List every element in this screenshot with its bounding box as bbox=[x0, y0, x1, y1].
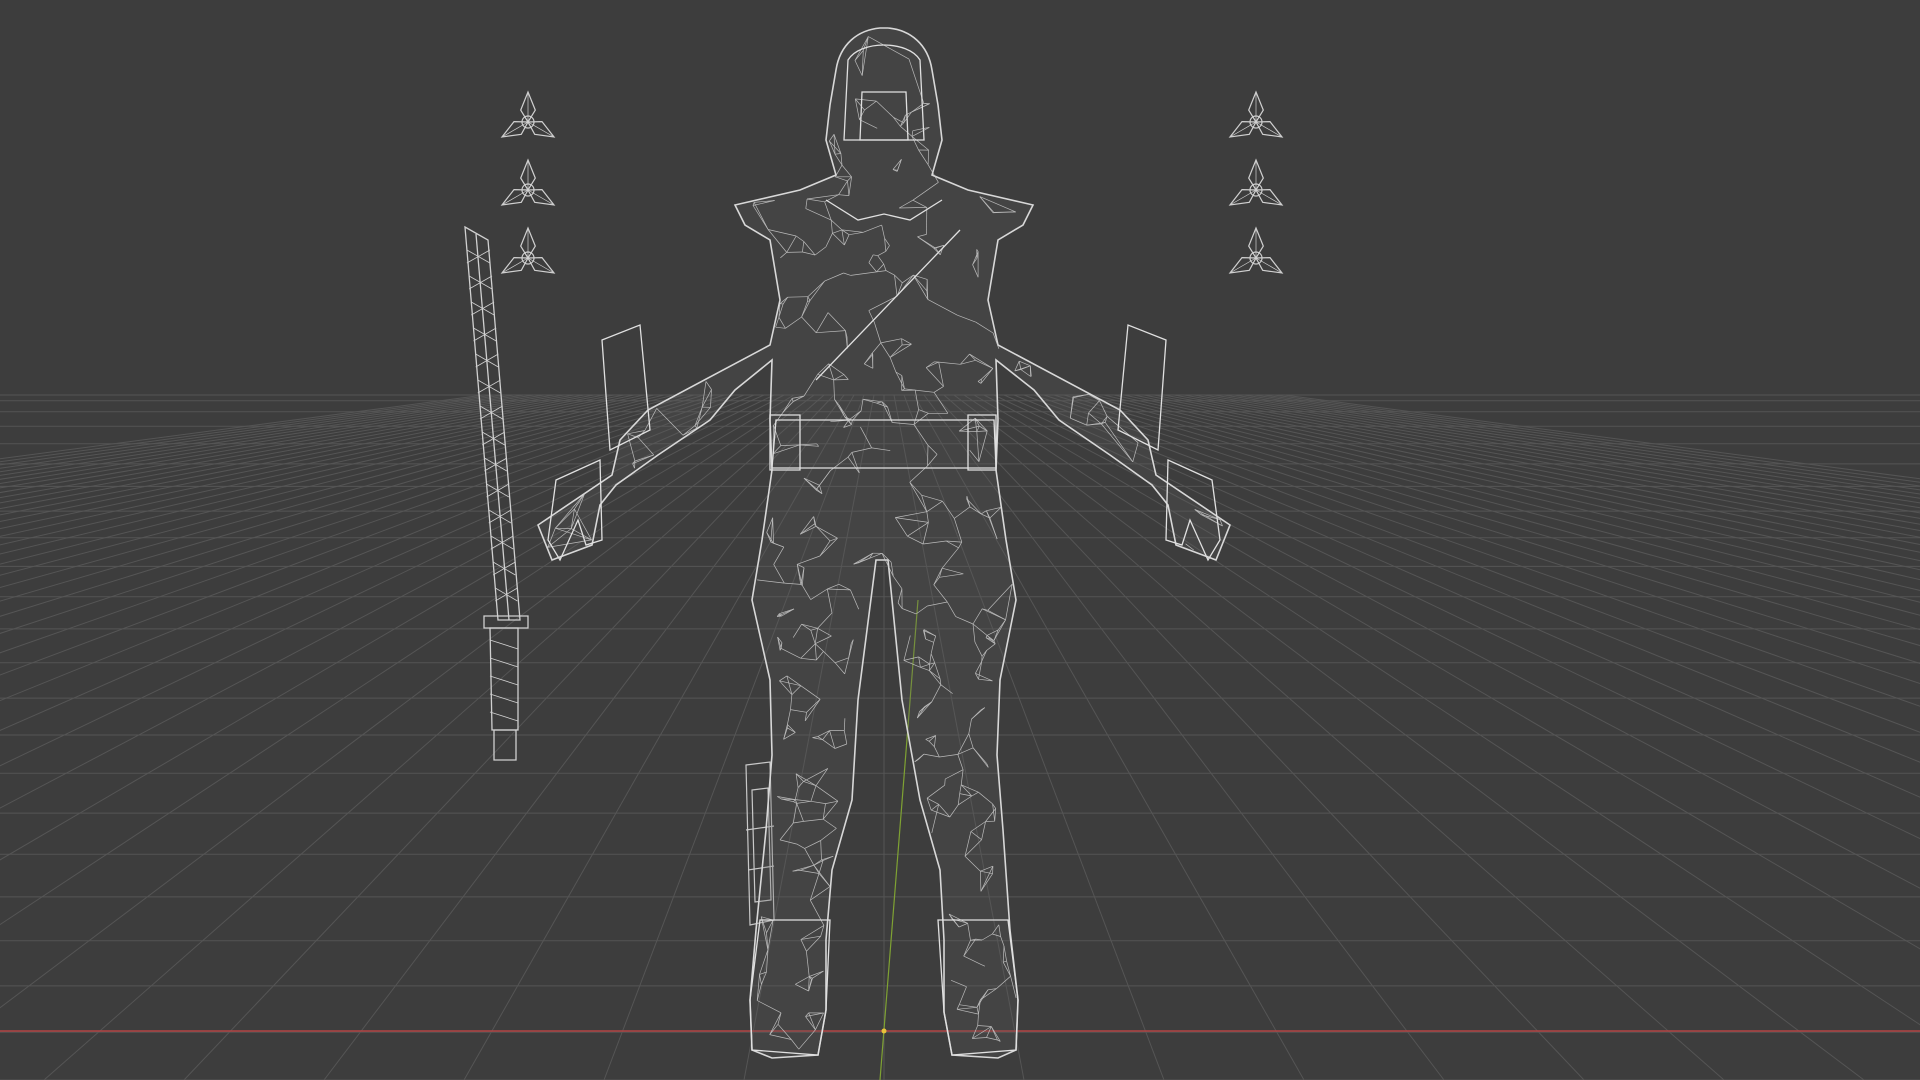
grid-line-depth bbox=[1283, 394, 1920, 480]
grid-line-depth bbox=[1073, 394, 1920, 631]
grid-line-depth bbox=[0, 394, 715, 617]
grid-line-depth bbox=[943, 394, 1725, 1080]
grid-line-depth bbox=[0, 394, 535, 476]
grid-line-depth bbox=[1273, 394, 1920, 483]
grid-line-depth bbox=[0, 394, 515, 469]
viewport-canvas[interactable] bbox=[0, 0, 1920, 1080]
shuriken-left-1[interactable] bbox=[500, 90, 556, 138]
grid-line-depth bbox=[0, 394, 655, 546]
grid-line-depth bbox=[1233, 394, 1920, 499]
shuriken-left-3[interactable] bbox=[500, 226, 556, 274]
grid-line-depth bbox=[1243, 394, 1920, 495]
grid-line-depth bbox=[0, 394, 755, 702]
grid-line-depth bbox=[183, 394, 835, 1080]
grid-line-depth bbox=[1063, 394, 1920, 647]
3d-viewport[interactable] bbox=[0, 0, 1920, 1080]
katana-guard bbox=[483, 615, 529, 629]
grid-line-depth bbox=[983, 394, 1920, 889]
grid-line-depth bbox=[0, 394, 725, 634]
grid-line-depth bbox=[0, 394, 815, 1009]
shuriken-left-2[interactable] bbox=[500, 158, 556, 206]
shuriken-right-3[interactable] bbox=[1228, 226, 1284, 274]
grid-line-depth bbox=[0, 394, 495, 463]
grid-line-depth bbox=[1023, 394, 1920, 733]
grid-line-depth bbox=[1163, 394, 1920, 538]
grid-line-depth bbox=[0, 394, 745, 676]
grid-line-depth bbox=[0, 394, 635, 530]
grid-line-depth bbox=[0, 394, 545, 480]
grid-line-depth bbox=[1223, 394, 1920, 504]
grid-line-depth bbox=[0, 394, 505, 466]
grid-line-depth bbox=[973, 394, 1920, 950]
grid-line-depth bbox=[0, 394, 615, 516]
grid-line-depth bbox=[0, 394, 735, 654]
grid-line-depth bbox=[1003, 394, 1920, 798]
grid-line-depth bbox=[953, 394, 1865, 1080]
grid-line-depth bbox=[1153, 394, 1920, 545]
world-origin-marker bbox=[881, 1028, 887, 1034]
grid-line-depth bbox=[0, 394, 605, 510]
grid-line-depth bbox=[1183, 394, 1920, 525]
shuriken-right-1[interactable] bbox=[1228, 90, 1284, 138]
shuriken-right-2[interactable] bbox=[1228, 158, 1284, 206]
grid-line-depth bbox=[0, 394, 675, 565]
katana-handle bbox=[489, 627, 519, 731]
grid-line-depth bbox=[0, 394, 525, 473]
grid-line-depth bbox=[933, 394, 1585, 1080]
grid-line-depth bbox=[963, 394, 1920, 1026]
katana-wireframe[interactable] bbox=[464, 225, 529, 761]
grid-line-depth bbox=[1173, 394, 1920, 532]
grid-line-depth bbox=[1253, 394, 1920, 491]
grid-line-depth bbox=[993, 394, 1920, 840]
grid-line-depth bbox=[0, 394, 665, 555]
grid-line-depth bbox=[43, 394, 825, 1080]
grid-line-depth bbox=[1213, 394, 1920, 509]
grid-line-depth bbox=[1133, 394, 1920, 562]
grid-line-depth bbox=[1193, 394, 1920, 519]
